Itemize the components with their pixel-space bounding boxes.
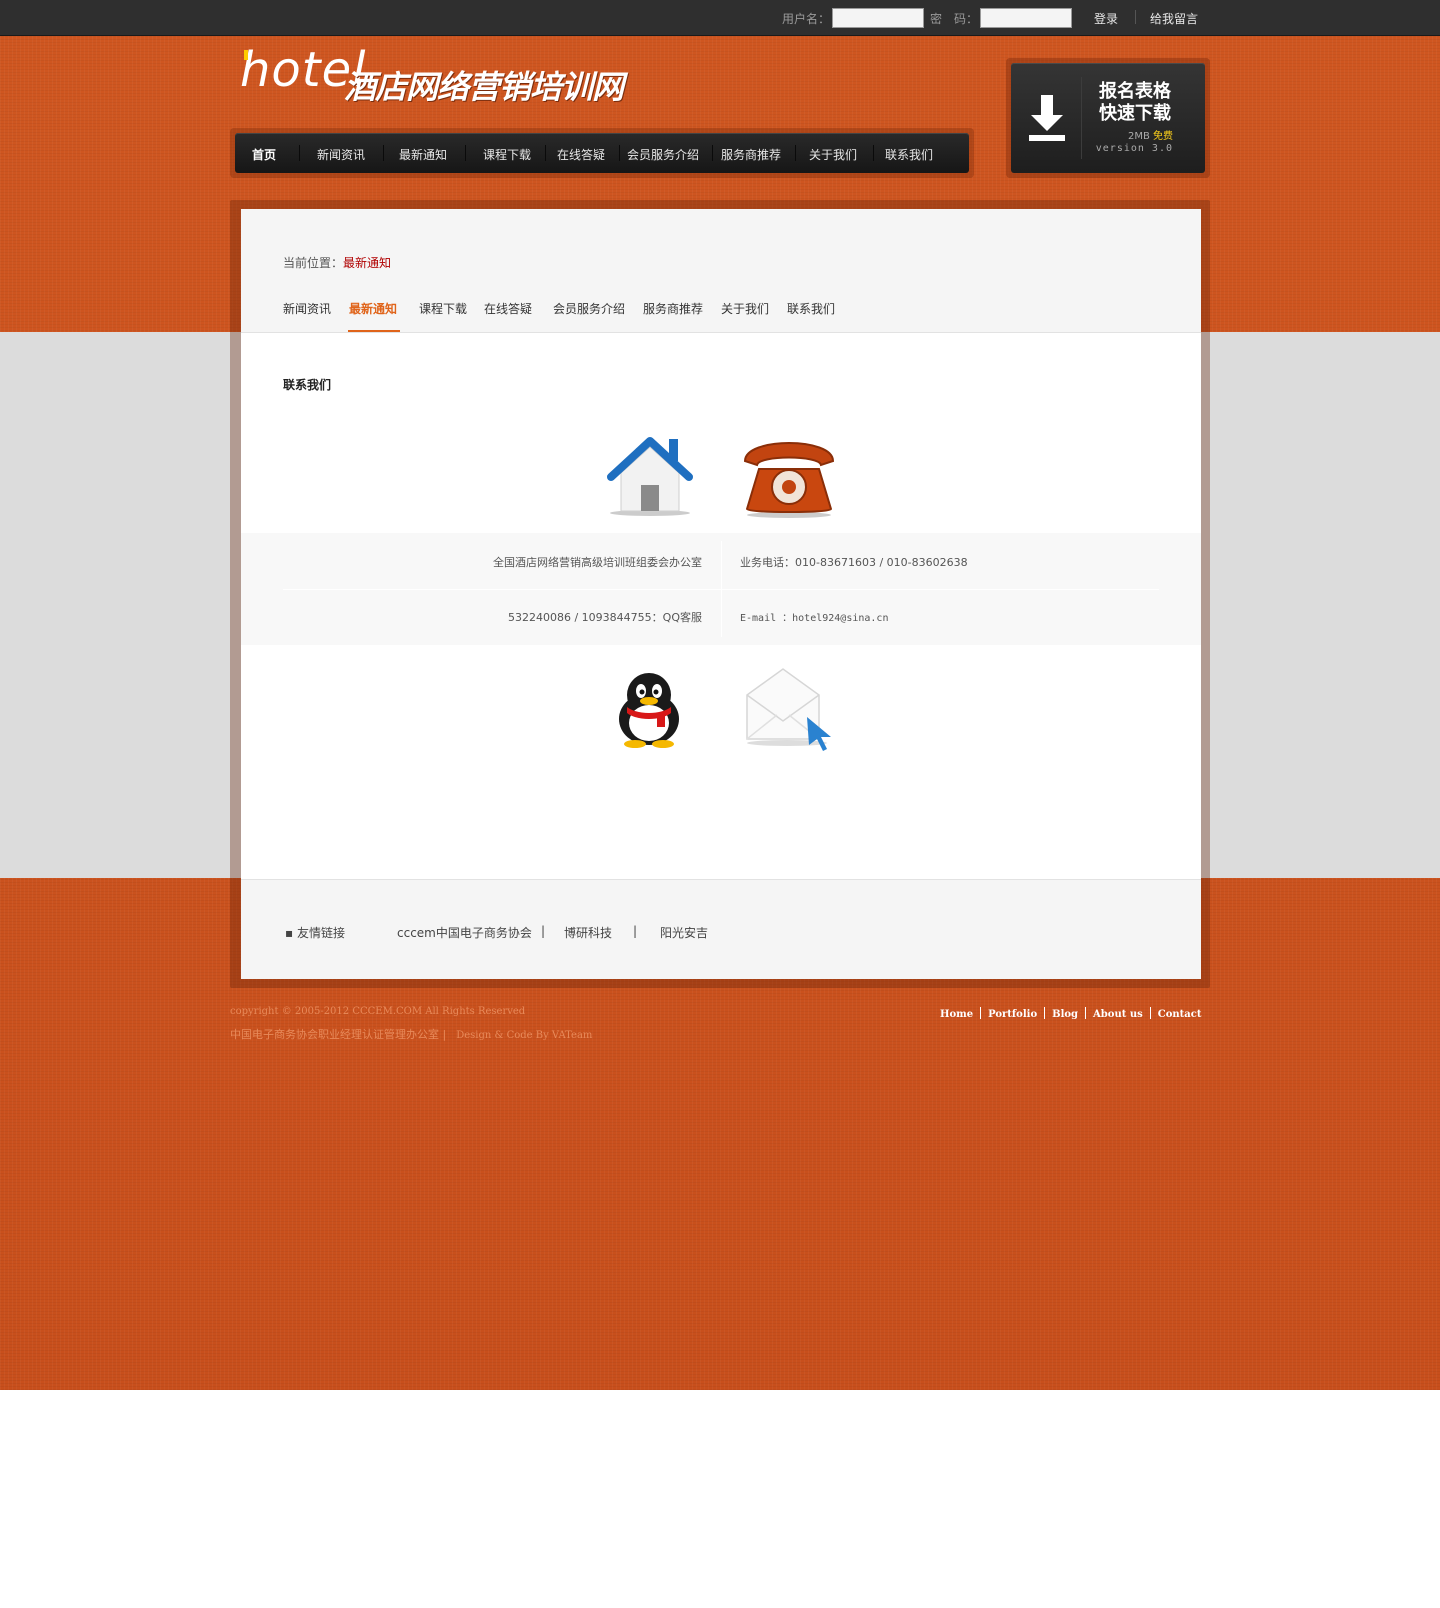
logo-cn: 酒店网络营销培训网 [344, 68, 624, 106]
subnav-item-membership[interactable]: 会员服务介绍 [553, 300, 625, 317]
telephone-icon [743, 442, 835, 518]
login-link[interactable]: 登录 [1094, 10, 1118, 27]
footer-nav-divider [1044, 1007, 1046, 1019]
download-title-2: 快速下载 [1099, 103, 1171, 124]
friend-link-boyan[interactable]: 博研科技 [564, 924, 612, 941]
footer-link-portfolio[interactable]: Portfolio [988, 1009, 1037, 1020]
nav-divider [619, 145, 620, 161]
nav-divider [545, 145, 546, 161]
top-bar: 用户名： 密 码： 登录 给我留言 [0, 0, 1440, 36]
nav-divider [795, 145, 796, 161]
footer-nav-divider [1085, 1007, 1087, 1019]
home-icon [607, 437, 693, 516]
username-input[interactable] [832, 8, 924, 28]
office-name: 全国酒店网络营销高级培训班组委会办公室 [493, 556, 702, 569]
business-phone: 业务电话：010-83671603 / 010-83602638 [740, 556, 968, 569]
nav-item-contact[interactable]: 联系我们 [885, 146, 933, 163]
friend-links-label: ▪ 友情链接 [285, 926, 345, 940]
password-label: 密 码： [930, 12, 979, 26]
download-panel-wrapper: 报名表格 快速下载 2MB 免费 version 3.0 [1006, 58, 1210, 178]
contact-info-band: 全国酒店网络营销高级培训班组委会办公室 业务电话：010-83671603 / … [241, 533, 1201, 645]
footer-link-home[interactable]: Home [940, 1009, 973, 1020]
footer-link-blog[interactable]: Blog [1052, 1009, 1078, 1020]
download-title-1: 报名表格 [1099, 81, 1171, 102]
design-credit: Design & Code By VATeam [456, 1030, 593, 1041]
nav-divider [465, 145, 466, 161]
footer-nav-divider [980, 1007, 982, 1019]
footer-nav: Home Portfolio Blog About us Contact [940, 1006, 1201, 1020]
footer-link-about[interactable]: About us [1093, 1009, 1143, 1020]
nav-item-courses[interactable]: 课程下载 [483, 146, 531, 163]
breadcrumb-current[interactable]: 最新通知 [343, 256, 391, 270]
breadcrumb-prefix: 当前位置： [283, 256, 344, 270]
username-label: 用户名： [782, 12, 831, 26]
content-header: 当前位置：最新通知 新闻资讯 最新通知 课程下载 在线答疑 会员服务介绍 服务商… [241, 209, 1201, 333]
subnav-item-qa[interactable]: 在线答疑 [484, 300, 532, 317]
password-input[interactable] [980, 8, 1072, 28]
footer-link-contact[interactable]: Contact [1158, 1009, 1202, 1020]
nav-divider [712, 145, 713, 161]
nav-item-news[interactable]: 新闻资讯 [317, 146, 365, 163]
logo-accent [244, 50, 248, 60]
subnav-item-notices[interactable]: 最新通知 [349, 300, 397, 317]
friend-link-cccem[interactable]: cccem中国电子商务协会 [397, 924, 532, 941]
nav-item-membership[interactable]: 会员服务介绍 [627, 146, 699, 163]
footer-org: 中国电子商务协会职业经理认证管理办公室 | Design & Code By VA… [230, 1028, 593, 1041]
download-free-badge: 免费 [1153, 131, 1173, 142]
nav-item-home[interactable]: 首页 [252, 146, 276, 163]
breadcrumb: 当前位置：最新通知 [283, 254, 391, 271]
qq-penguin-icon [619, 673, 679, 748]
email-address[interactable]: E-mail ：hotel924@sina.cn [740, 609, 888, 624]
footer-nav-divider [1149, 1007, 1151, 1019]
download-version: version 3.0 [1095, 143, 1173, 154]
friend-links-area: ▪ 友情链接 cccem中国电子商务协会 | 博研科技 | 阳光安吉 [241, 879, 1201, 979]
main-nav: 首页 新闻资讯 最新通知 课程下载 在线答疑 会员服务介绍 服务商推荐 关于我们… [235, 133, 969, 173]
download-size: 2MB 免费 [1127, 131, 1173, 142]
topbar-divider [1135, 10, 1136, 24]
nav-item-qa[interactable]: 在线答疑 [557, 146, 605, 163]
subnav-item-contact[interactable]: 联系我们 [787, 300, 835, 317]
subnav-item-about[interactable]: 关于我们 [721, 300, 769, 317]
nav-divider [383, 145, 384, 161]
link-divider: | [541, 924, 546, 938]
nav-item-about[interactable]: 关于我们 [809, 146, 857, 163]
download-form-button[interactable]: 报名表格 快速下载 2MB 免费 version 3.0 [1011, 63, 1205, 173]
friend-link-yangguang[interactable]: 阳光安吉 [660, 924, 708, 941]
qq-service: 532240086 / 1093844755：QQ客服 [508, 611, 702, 624]
link-divider: | [633, 924, 638, 938]
message-link[interactable]: 给我留言 [1150, 10, 1198, 27]
info-column-divider [721, 541, 722, 637]
nav-divider [299, 145, 300, 161]
copyright-text: copyright © 2005-2012 CCCEM.COM All Righ… [230, 1006, 526, 1017]
download-divider [1081, 77, 1082, 159]
email-icon [746, 668, 831, 751]
section-title: 联系我们 [283, 378, 332, 392]
content-panel: 当前位置：最新通知 新闻资讯 最新通知 课程下载 在线答疑 会员服务介绍 服务商… [241, 209, 1201, 979]
nav-divider [873, 145, 874, 161]
subnav-item-providers[interactable]: 服务商推荐 [643, 300, 703, 317]
subnav-item-courses[interactable]: 课程下载 [419, 300, 467, 317]
download-icon [1029, 95, 1065, 141]
main-nav-wrapper: 首页 新闻资讯 最新通知 课程下载 在线答疑 会员服务介绍 服务商推荐 关于我们… [230, 128, 974, 178]
subnav-item-news[interactable]: 新闻资讯 [283, 300, 331, 317]
nav-item-notices[interactable]: 最新通知 [399, 146, 447, 163]
subnav-active-underline [348, 330, 400, 332]
nav-item-providers[interactable]: 服务商推荐 [721, 146, 781, 163]
